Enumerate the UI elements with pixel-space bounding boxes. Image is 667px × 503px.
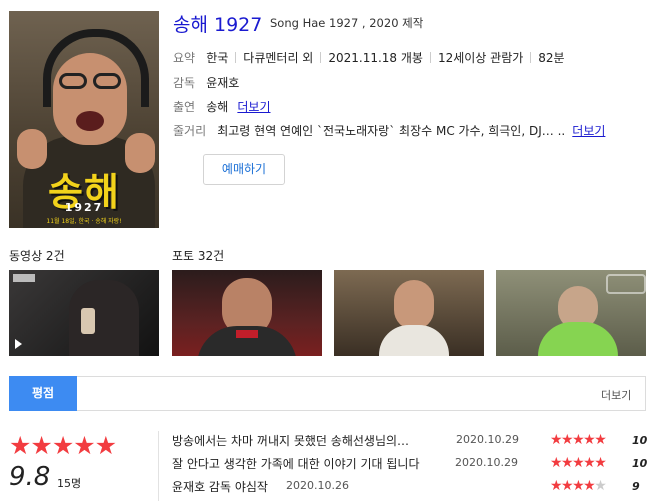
book-ticket-button[interactable]: 예매하기 <box>203 154 285 185</box>
summary-rating: 12세이상 관람가 <box>437 51 524 65</box>
tab-rating[interactable]: 평점 <box>9 376 77 411</box>
plot-label: 줄거리 <box>173 124 207 138</box>
wall-sign <box>606 274 646 294</box>
review-stars: ★★★★★ <box>550 432 607 448</box>
poster-year: 1927 <box>64 201 104 214</box>
summary-label: 요약 <box>173 51 196 65</box>
photo-figure-body <box>538 322 618 356</box>
divider <box>235 52 237 63</box>
photos-section-title[interactable]: 포토 32건 <box>172 247 224 264</box>
review-score: 9 <box>632 480 640 493</box>
phone-graphic <box>81 308 95 334</box>
review-date: 2020.10.29 <box>456 433 519 446</box>
cast-name: 송해 <box>206 100 229 114</box>
review-text[interactable]: 잘 안다고 생각한 가족에 대한 이야기 기대 됩니다 <box>172 455 420 472</box>
review-text[interactable]: 방송에서는 차마 꺼내지 못했던 송해선생님의… <box>172 432 409 449</box>
review-date: 2020.10.29 <box>455 456 518 469</box>
movie-subtitle: Song Hae 1927 , 2020 제작 <box>270 16 424 30</box>
director-name: 윤재호 <box>206 76 240 90</box>
channel-logo <box>13 274 35 282</box>
summary-runtime: 82분 <box>538 51 565 65</box>
review-stars: ★★★★★ <box>550 455 607 471</box>
photo-thumbnail[interactable] <box>496 270 646 356</box>
videos-section-title[interactable]: 동영상 2건 <box>9 247 65 264</box>
divider <box>530 52 532 63</box>
plot-text: 최고령 현역 연예인 `전국노래자랑` 최장수 MC 가수, 희극인, DJ… … <box>217 124 566 138</box>
cast-more-link[interactable]: 더보기 <box>237 100 270 114</box>
half-star-icon: ★ <box>594 478 607 494</box>
director-label: 감독 <box>173 76 196 90</box>
summary-release: 2021.11.18 개봉 <box>328 51 423 65</box>
average-score: 9.8 <box>9 462 51 492</box>
divider <box>429 52 431 63</box>
photo-thumbnail[interactable] <box>172 270 322 356</box>
cast-label: 출연 <box>173 100 196 114</box>
cast-row: 출연 송해 더보기 <box>173 96 271 115</box>
video-figure <box>69 280 139 356</box>
review-text[interactable]: 윤재호 감독 야심작 <box>172 478 268 495</box>
photo-figure-face <box>394 280 434 330</box>
poster-mouth <box>76 111 104 131</box>
review-score: 10 <box>632 434 648 447</box>
poster-figure-face <box>53 53 127 145</box>
review-stars: ★★★★★ <box>550 478 607 494</box>
summary-genre: 다큐멘터리 외 <box>243 51 314 65</box>
movie-poster[interactable]: 송해 1927 11월 18일, 한국 · 송해 자랑! <box>9 11 159 228</box>
divider <box>320 52 322 63</box>
poster-glasses <box>57 73 123 89</box>
plot-more-link[interactable]: 더보기 <box>572 124 605 138</box>
photo-thumbnail[interactable] <box>334 270 484 356</box>
review-date: 2020.10.26 <box>286 479 349 492</box>
rating-count: 15명 <box>57 477 82 490</box>
rating-tab-bar <box>9 376 646 411</box>
play-icon[interactable] <box>15 339 22 349</box>
divider <box>158 431 159 501</box>
photo-figure-body <box>379 325 449 356</box>
video-thumbnail[interactable] <box>9 270 159 356</box>
reviews-more-link[interactable]: 더보기 <box>601 387 631 403</box>
movie-title[interactable]: 송해 1927 <box>173 10 262 37</box>
bowtie-graphic <box>236 330 258 338</box>
summary-country: 한국 <box>206 51 229 65</box>
poster-date-line: 11월 18일, 한국 · 송해 자랑! <box>46 218 122 225</box>
plot-row: 줄거리 최고령 현역 연예인 `전국노래자랑` 최장수 MC 가수, 희극인, … <box>173 120 605 139</box>
summary-row: 요약 한국 다큐멘터리 외 2021.11.18 개봉 12세이상 관람가 82분 <box>173 47 565 66</box>
review-score: 10 <box>632 457 648 470</box>
average-stars: ★★★★★ <box>9 431 117 460</box>
director-row: 감독 윤재호 <box>173 72 239 91</box>
